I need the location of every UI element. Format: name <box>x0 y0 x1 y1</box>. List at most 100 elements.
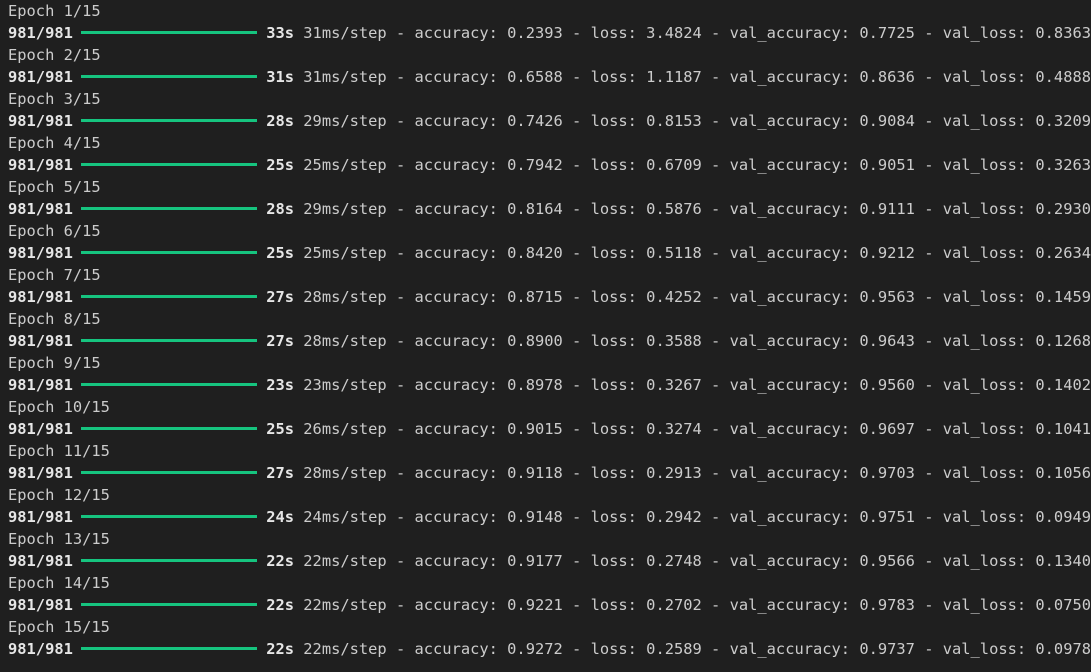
separator: - <box>914 464 943 482</box>
epoch-progress-row: 981/981 33s 31ms/step - accuracy: 0.2393 … <box>8 22 1091 44</box>
separator: - <box>914 420 943 438</box>
separator: - <box>562 244 591 262</box>
step-counter: 981/981 <box>8 24 73 42</box>
epoch-progress-row: 981/981 22s 22ms/step - accuracy: 0.9221 … <box>8 594 1091 616</box>
separator: - <box>701 68 730 86</box>
separator: - <box>386 68 415 86</box>
val-accuracy-metric: val_accuracy: 0.9751 <box>729 508 915 526</box>
val-loss-metric: val_loss: 0.0949 <box>942 508 1091 526</box>
val-loss-metric: val_loss: 0.3209 <box>942 112 1091 130</box>
separator: - <box>701 508 730 526</box>
step-time: 28ms/step <box>303 332 387 350</box>
separator: - <box>386 552 415 570</box>
separator: - <box>701 24 730 42</box>
epoch-progress-row: 981/981 25s 26ms/step - accuracy: 0.9015 … <box>8 418 1091 440</box>
epoch-header: Epoch 10/15 <box>8 398 110 416</box>
separator: - <box>914 508 943 526</box>
loss-metric: loss: 0.3274 <box>590 420 702 438</box>
separator: - <box>386 24 415 42</box>
separator: - <box>914 332 943 350</box>
step-counter: 981/981 <box>8 420 73 438</box>
accuracy-metric: accuracy: 0.7942 <box>414 156 563 174</box>
progress-bar <box>80 646 258 650</box>
progress-bar <box>80 558 258 562</box>
loss-metric: loss: 0.8153 <box>590 112 702 130</box>
val-loss-metric: val_loss: 0.1402 <box>942 376 1091 394</box>
accuracy-metric: accuracy: 0.7426 <box>414 112 563 130</box>
epoch-header: Epoch 9/15 <box>8 354 101 372</box>
step-time: 22ms/step <box>303 596 387 614</box>
loss-metric: loss: 0.4252 <box>590 288 702 306</box>
val-accuracy-metric: val_accuracy: 0.9111 <box>729 200 915 218</box>
val-loss-metric: val_loss: 0.2930 <box>942 200 1091 218</box>
val-loss-metric: val_loss: 0.2634 <box>942 244 1091 262</box>
accuracy-metric: accuracy: 0.9221 <box>414 596 563 614</box>
loss-metric: loss: 0.2589 <box>590 640 702 658</box>
epoch-header: Epoch 1/15 <box>8 2 101 20</box>
loss-metric: loss: 3.4824 <box>590 24 702 42</box>
epoch-progress-row: 981/981 24s 24ms/step - accuracy: 0.9148 … <box>8 506 1091 528</box>
separator: - <box>386 244 415 262</box>
separator: - <box>914 596 943 614</box>
loss-metric: loss: 0.2913 <box>590 464 702 482</box>
loss-metric: loss: 0.3267 <box>590 376 702 394</box>
val-accuracy-metric: val_accuracy: 0.9563 <box>729 288 915 306</box>
separator: - <box>914 552 943 570</box>
accuracy-metric: accuracy: 0.9272 <box>414 640 563 658</box>
step-counter: 981/981 <box>8 156 73 174</box>
step-time: 25ms/step <box>303 244 387 262</box>
val-accuracy-metric: val_accuracy: 0.9783 <box>729 596 915 614</box>
separator: - <box>562 24 591 42</box>
val-loss-metric: val_loss: 0.4888 <box>942 68 1091 86</box>
epoch-progress-row: 981/981 23s 23ms/step - accuracy: 0.8978 … <box>8 374 1091 396</box>
separator: - <box>562 68 591 86</box>
separator: - <box>386 156 415 174</box>
epoch-time: 23s <box>266 376 294 394</box>
val-loss-metric: val_loss: 0.8363 <box>942 24 1091 42</box>
epoch-time: 33s <box>266 24 294 42</box>
epoch-time: 22s <box>266 596 294 614</box>
progress-bar <box>80 514 258 518</box>
step-counter: 981/981 <box>8 68 73 86</box>
loss-metric: loss: 0.2748 <box>590 552 702 570</box>
separator: - <box>701 112 730 130</box>
progress-bar <box>80 602 258 606</box>
accuracy-metric: accuracy: 0.6588 <box>414 68 563 86</box>
separator: - <box>701 420 730 438</box>
accuracy-metric: accuracy: 0.9118 <box>414 464 563 482</box>
separator: - <box>701 376 730 394</box>
epoch-header: Epoch 15/15 <box>8 618 110 636</box>
epoch-progress-row: 981/981 25s 25ms/step - accuracy: 0.8420 … <box>8 242 1091 264</box>
accuracy-metric: accuracy: 0.8420 <box>414 244 563 262</box>
step-counter: 981/981 <box>8 244 73 262</box>
progress-bar <box>80 250 258 254</box>
progress-bar <box>80 74 258 78</box>
epoch-progress-row: 981/981 27s 28ms/step - accuracy: 0.9118 … <box>8 462 1091 484</box>
epoch-header: Epoch 2/15 <box>8 46 101 64</box>
loss-metric: loss: 0.3588 <box>590 332 702 350</box>
step-counter: 981/981 <box>8 464 73 482</box>
step-counter: 981/981 <box>8 112 73 130</box>
separator: - <box>562 200 591 218</box>
separator: - <box>386 464 415 482</box>
epoch-time: 25s <box>266 244 294 262</box>
epoch-header: Epoch 4/15 <box>8 134 101 152</box>
epoch-header: Epoch 5/15 <box>8 178 101 196</box>
separator: - <box>914 200 943 218</box>
step-time: 29ms/step <box>303 200 387 218</box>
epoch-time: 25s <box>266 156 294 174</box>
val-accuracy-metric: val_accuracy: 0.9737 <box>729 640 915 658</box>
accuracy-metric: accuracy: 0.8900 <box>414 332 563 350</box>
val-accuracy-metric: val_accuracy: 0.9566 <box>729 552 915 570</box>
epoch-list: Epoch 1/15 981/981 33s 31ms/step - accurac… <box>8 0 1091 660</box>
epoch-time: 27s <box>266 288 294 306</box>
progress-bar <box>80 470 258 474</box>
accuracy-metric: accuracy: 0.9015 <box>414 420 563 438</box>
accuracy-metric: accuracy: 0.8715 <box>414 288 563 306</box>
step-counter: 981/981 <box>8 640 73 658</box>
step-time: 28ms/step <box>303 288 387 306</box>
progress-bar <box>80 118 258 122</box>
epoch-progress-row: 981/981 22s 22ms/step - accuracy: 0.9272 … <box>8 638 1091 660</box>
step-counter: 981/981 <box>8 332 73 350</box>
epoch-time: 27s <box>266 332 294 350</box>
